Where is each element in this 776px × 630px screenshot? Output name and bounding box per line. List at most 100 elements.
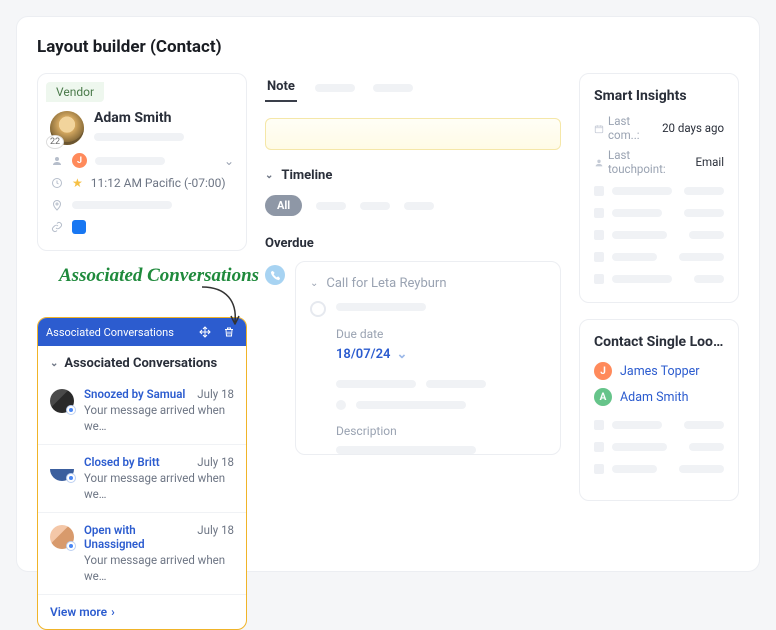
contact-avatar[interactable]: 22	[50, 111, 84, 145]
col-mid: Note ⌄ Timeline All Overdue ⌄	[265, 73, 561, 630]
contact-card: Vendor 22 Adam Smith J	[37, 73, 247, 251]
kv-row: Last com..: 20 days ago	[594, 114, 724, 142]
skeleton	[360, 202, 390, 210]
conv-msg: Your message arrived when we…	[84, 403, 234, 434]
contact-rows: J ⌄ ★ 11:12 AM Pacific (-07:00)	[38, 149, 246, 250]
skeleton	[316, 202, 346, 210]
conv-date: July 18	[197, 387, 234, 401]
clock-icon	[50, 176, 64, 190]
page-title: Layout builder (Contact)	[37, 37, 739, 57]
vendor-badge: Vendor	[46, 82, 104, 102]
conv-body: Snoozed by Samual July 18 Your message a…	[84, 387, 234, 434]
conv-body: Open with Unassigned July 18 Your messag…	[84, 523, 234, 584]
kv-key: Last com..:	[594, 114, 656, 142]
list-item[interactable]: Snoozed by Samual July 18 Your message a…	[38, 377, 246, 444]
contact-lookup-panel: Contact Single Loo… J James Topper A Ada…	[579, 319, 739, 501]
columns: Vendor 22 Adam Smith J	[17, 73, 759, 630]
insights-title: Smart Insights	[594, 88, 724, 104]
person-icon	[50, 154, 64, 168]
conv-msg: Your message arrived when we…	[84, 471, 234, 502]
conv-status: Snoozed by Samual	[84, 387, 185, 401]
annotation-label: Associated Conversations	[59, 265, 259, 287]
widget-subtitle: Associated Conversations	[64, 356, 217, 371]
contact-row-social	[50, 216, 234, 238]
kv-value: 20 days ago	[662, 121, 724, 135]
delete-icon[interactable]	[220, 323, 238, 341]
conv-status: Open with Unassigned	[84, 523, 191, 551]
skeleton	[336, 380, 416, 388]
skeleton	[94, 133, 184, 141]
skeleton-item	[594, 442, 724, 452]
skeleton	[315, 84, 355, 92]
avatar	[50, 525, 74, 549]
skeleton-item	[594, 230, 724, 240]
owner-initial-badge: J	[72, 153, 87, 168]
skeleton	[356, 401, 466, 409]
call-title: Call for Leta Reyburn	[326, 276, 446, 291]
status-dot-icon	[66, 473, 76, 483]
conv-line1: Open with Unassigned July 18	[84, 523, 234, 551]
status-dot-icon	[66, 405, 76, 415]
widget-header-title: Associated Conversations	[46, 326, 190, 339]
kv-row: Last touchpoint: Email	[594, 148, 724, 176]
chevron-down-icon: ⌄	[265, 170, 273, 181]
contact-row-owner[interactable]: J ⌄	[50, 149, 234, 172]
chevron-down-icon[interactable]: ⌄	[310, 278, 318, 289]
person-icon	[594, 157, 604, 167]
timeline-label: Timeline	[281, 168, 332, 183]
widget-header: Associated Conversations	[38, 318, 246, 346]
conv-date: July 18	[197, 455, 234, 469]
person-name: James Topper	[620, 364, 699, 379]
facebook-icon[interactable]	[72, 220, 86, 234]
lookup-title: Contact Single Loo…	[594, 334, 724, 350]
avatar	[50, 389, 74, 413]
chevron-down-icon: ⌄	[50, 358, 58, 369]
associated-conversations-widget: Associated Conversations ⌄ Associated Co…	[37, 317, 247, 630]
skeleton-item	[594, 274, 724, 284]
conv-msg: Your message arrived when we…	[84, 553, 234, 584]
location-icon	[50, 198, 64, 212]
conv-body: Closed by Britt July 18 Your message arr…	[84, 455, 234, 502]
kv-key: Last touchpoint:	[594, 148, 690, 176]
contact-row-location	[50, 194, 234, 216]
conversation-list: Snoozed by Samual July 18 Your message a…	[38, 377, 246, 594]
skeleton-item	[594, 208, 724, 218]
move-icon[interactable]	[196, 323, 214, 341]
tab-note[interactable]: Note	[265, 73, 297, 102]
contact-name-block: Adam Smith	[94, 110, 184, 145]
skeleton-list	[594, 420, 724, 474]
contact-row-time: ★ 11:12 AM Pacific (-07:00)	[50, 172, 234, 194]
view-more-link[interactable]: View more ›	[38, 594, 246, 629]
contact-time: 11:12 AM Pacific (-07:00)	[91, 176, 226, 190]
conv-line1: Closed by Britt July 18	[84, 455, 234, 469]
due-date-value-row[interactable]: 18/07/24 ⌄	[336, 347, 546, 362]
link-icon	[50, 220, 64, 234]
chevron-down-icon[interactable]: ⌄	[224, 154, 234, 168]
skeleton-item	[594, 420, 724, 430]
note-pane[interactable]	[265, 118, 561, 150]
call-card[interactable]: ⌄ Call for Leta Reyburn Due date 18/07/2…	[295, 261, 561, 455]
overdue-label: Overdue	[265, 236, 561, 251]
person-chip: A	[594, 388, 612, 406]
lookup-person[interactable]: J James Topper	[594, 362, 724, 380]
call-title-row: ⌄ Call for Leta Reyburn	[310, 276, 546, 291]
skeleton	[426, 380, 486, 388]
conv-status: Closed by Britt	[84, 455, 160, 469]
pill-all[interactable]: All	[265, 195, 302, 216]
skeleton	[72, 201, 172, 209]
contact-header: 22 Adam Smith	[38, 102, 246, 149]
col-right: Smart Insights Last com..: 20 days ago L…	[579, 73, 739, 630]
widget-subtitle-row[interactable]: ⌄ Associated Conversations	[38, 346, 246, 377]
timeline-section[interactable]: ⌄ Timeline	[265, 168, 561, 183]
lookup-person[interactable]: A Adam Smith	[594, 388, 724, 406]
list-item[interactable]: Closed by Britt July 18 Your message arr…	[38, 444, 246, 512]
chevron-down-icon: ⌄	[396, 347, 407, 362]
person-chip: J	[594, 362, 612, 380]
list-item[interactable]: Open with Unassigned July 18 Your messag…	[38, 512, 246, 594]
status-dot-icon	[66, 541, 76, 551]
skeleton	[336, 400, 346, 410]
skeleton	[404, 202, 434, 210]
calendar-icon	[594, 123, 604, 133]
due-date-label: Due date	[336, 327, 546, 341]
checkbox-ring[interactable]	[310, 301, 326, 317]
